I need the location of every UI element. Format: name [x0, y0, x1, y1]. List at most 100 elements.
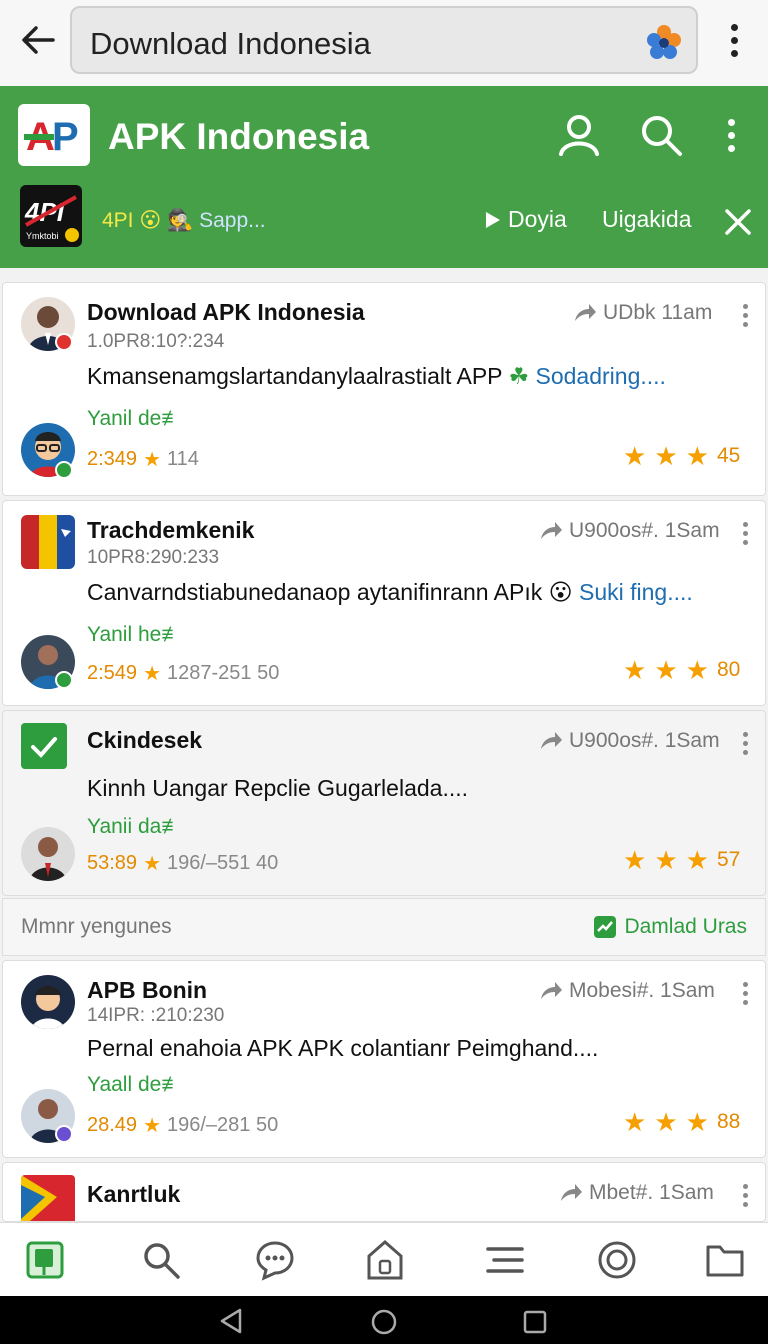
post-menu-button[interactable] [739, 303, 751, 327]
post-menu-button[interactable] [739, 731, 751, 755]
kebab-dot [742, 1192, 748, 1198]
avatar[interactable] [21, 515, 75, 569]
avatar[interactable] [21, 975, 75, 1029]
search-icon[interactable] [140, 1239, 182, 1281]
post-card[interactable]: Trachdemkenik U900os#. 1Sam 10PR8:290:23… [2, 500, 766, 706]
kebab-dot [742, 303, 748, 309]
status-badge [55, 1125, 73, 1143]
kebab-dot [727, 131, 735, 139]
post-title[interactable]: Kanrtluk [87, 1181, 180, 1208]
checkbox[interactable] [21, 723, 67, 769]
post-stats: 2:349 ★ 114 [87, 447, 199, 472]
leaf-icon: ☘ [508, 363, 530, 389]
post-meta: Mobesi#. 1Sam [539, 979, 715, 1003]
bottom-nav [0, 1222, 768, 1296]
stat-value: 53:89 [87, 852, 138, 874]
post-title[interactable]: Ckindesek [87, 727, 202, 754]
post-rating: ★ ★ ★ 57 [623, 847, 740, 873]
kebab-dot [742, 740, 748, 746]
post-title[interactable]: Trachdemkenik [87, 517, 254, 544]
post-menu-button[interactable] [739, 1183, 751, 1207]
avatar[interactable] [21, 1175, 75, 1221]
user-icon[interactable] [556, 112, 602, 158]
post-desc-text: Kmansenamgslartandanylaalrastialt APP [87, 363, 503, 389]
avatar[interactable] [21, 827, 75, 881]
rating-value: 88 [716, 1110, 741, 1133]
browser-bar: Download Indonesia [0, 0, 768, 86]
flag-emblem-icon [21, 515, 75, 569]
star-icon: ★ [654, 845, 678, 875]
post-rating: ★ ★ ★ 88 [623, 1109, 740, 1135]
tab-other[interactable]: Uigakida [602, 206, 692, 233]
post-desc-link[interactable]: Suki fing.... [579, 579, 693, 605]
svg-text:Ymktobi: Ymktobi [26, 231, 59, 241]
post-stats: 28.49 ★ 196/–281 50 [87, 1113, 278, 1138]
flower-icon[interactable] [644, 22, 684, 62]
section-header: Mmnr yengunes Damlad Uras [2, 898, 766, 956]
back-arrow-icon [22, 26, 55, 54]
post-meta-text: U900os#. 1Sam [569, 729, 720, 752]
back-button[interactable] [16, 18, 60, 62]
post-card[interactable]: Kanrtluk Mbet#. 1Sam [2, 1162, 766, 1222]
star-icon: ★ [654, 1107, 678, 1137]
sub-app-logo[interactable]: 4PI Ymktobi [20, 185, 82, 247]
shield-icon[interactable] [364, 1239, 406, 1281]
stat-count: 114 [167, 448, 199, 470]
kebab-dot [742, 321, 748, 327]
list-icon[interactable] [484, 1239, 526, 1281]
smiley-icon: 😮 🕵 [139, 209, 194, 232]
stat-count: 1287-251 50 [167, 662, 280, 684]
post-meta: U900os#. 1Sam [539, 519, 720, 543]
share-icon [575, 304, 596, 321]
post-tag[interactable]: Yanii da≢ [87, 815, 182, 839]
rating-value: 80 [716, 658, 741, 681]
share-icon [541, 732, 562, 749]
browser-menu-button[interactable] [716, 18, 752, 62]
chat-icon[interactable] [254, 1239, 296, 1281]
star-icon: ★ [685, 1107, 709, 1137]
folder-icon[interactable] [704, 1239, 746, 1281]
star-icon: ★ [654, 655, 678, 685]
post-tag[interactable]: Yanil he≢ [87, 623, 182, 647]
post-menu-button[interactable] [739, 521, 751, 545]
tab-play[interactable]: Doyia [484, 206, 567, 233]
close-icon[interactable] [720, 204, 756, 240]
site-logo[interactable]: A P [18, 104, 90, 166]
post-card[interactable]: APB Bonin Mobesi#. 1Sam 14IPR: :210:230 … [2, 960, 766, 1158]
post-title[interactable]: Download APK Indonesia [87, 299, 365, 326]
post-meta: UDbk 11am [573, 301, 712, 325]
star-icon: ★ [623, 441, 647, 471]
recents-square-icon[interactable] [522, 1309, 548, 1335]
sub-header-label[interactable]: 4PI 😮 🕵 Sapp... [102, 208, 266, 233]
home-circle-icon[interactable] [370, 1308, 398, 1336]
target-icon[interactable] [596, 1239, 638, 1281]
kebab-dot [730, 23, 738, 31]
sub-header-link[interactable]: Sapp... [199, 209, 266, 232]
post-tag[interactable]: Yaall de≢ [87, 1073, 182, 1097]
url-bar[interactable]: Download Indonesia [70, 6, 698, 74]
star-icon: ★ [654, 441, 678, 471]
post-card[interactable]: Download APK Indonesia UDbk 11am 1.0PR8:… [2, 282, 766, 496]
system-nav-bar [0, 1296, 768, 1344]
post-menu-button[interactable] [739, 981, 751, 1005]
tab-play-label: Doyia [508, 206, 567, 232]
post-description: Kinnh Uangar Repclie Gugarlelada.... [87, 775, 468, 802]
home-app-icon[interactable] [24, 1239, 66, 1281]
star-icon: ★ [623, 1107, 647, 1137]
header-menu-button[interactable] [716, 112, 746, 158]
star-icon: ★ [623, 655, 647, 685]
post-card[interactable]: Ckindesek U900os#. 1Sam Kinnh Uangar Rep… [2, 710, 766, 896]
post-description: Pernal enahoia APK APK colantianr Peimgh… [87, 1035, 598, 1062]
post-meta: U900os#. 1Sam [539, 729, 720, 753]
download-link-label: Damlad Uras [624, 915, 747, 938]
post-tag[interactable]: Yanil de≢ [87, 407, 182, 431]
url-text: Download Indonesia [90, 26, 371, 61]
search-icon[interactable] [638, 112, 684, 158]
star-icon: ★ [143, 1115, 161, 1137]
trend-icon [594, 916, 617, 938]
post-desc-link[interactable]: Sodadring.... [536, 363, 666, 389]
back-triangle-icon[interactable] [218, 1308, 244, 1334]
download-link[interactable]: Damlad Uras [594, 915, 747, 939]
post-title[interactable]: APB Bonin [87, 977, 207, 1004]
stat-count: 196/–281 50 [167, 1114, 279, 1136]
